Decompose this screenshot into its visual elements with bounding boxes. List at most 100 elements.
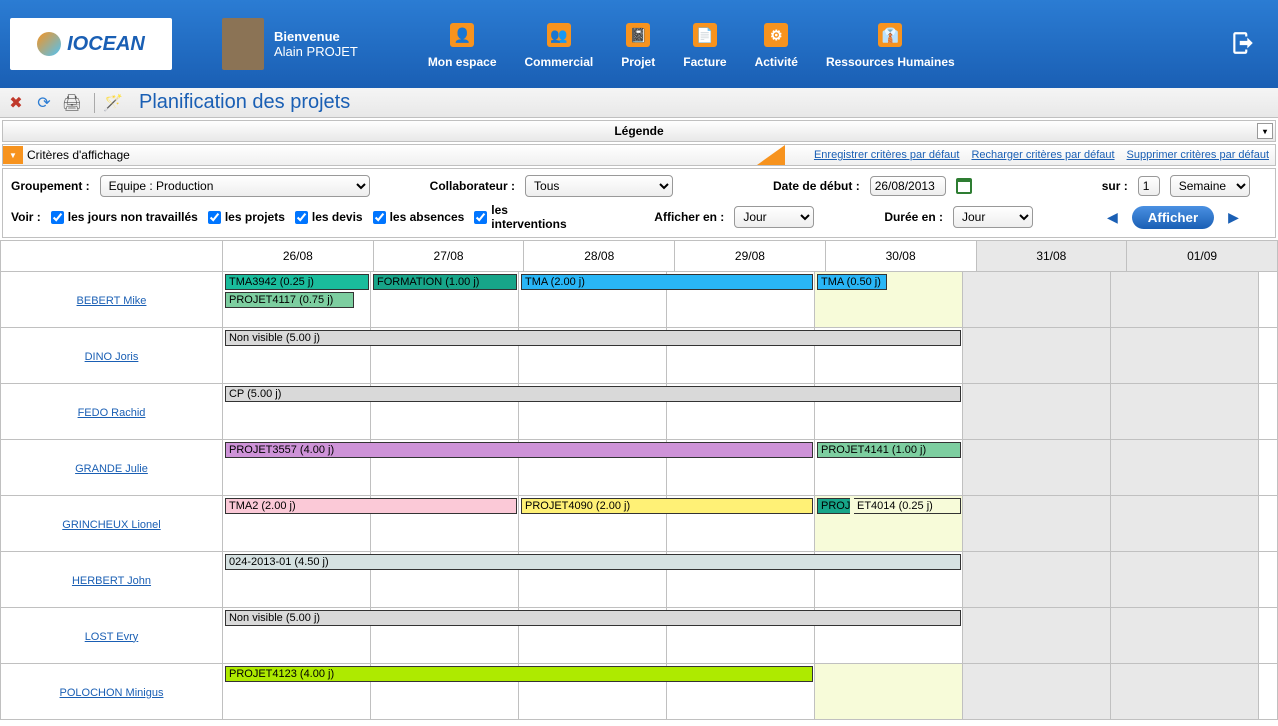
- collaborator-select[interactable]: Tous: [525, 175, 673, 197]
- nav-rh[interactable]: 👔 Ressources Humaines: [826, 19, 955, 69]
- task-bar[interactable]: TMA3942 (0.25 j): [225, 274, 369, 290]
- task-bar[interactable]: PROJET4141 (1.00 j): [817, 442, 961, 458]
- display-in-label: Afficher en :: [654, 210, 724, 224]
- avatar[interactable]: [222, 18, 264, 70]
- name-cell: BEBERT Mike: [1, 272, 223, 328]
- logo[interactable]: IOCEAN: [10, 18, 172, 70]
- duration-in-label: Durée en :: [884, 210, 943, 224]
- row-area: Non visible (5.00 j): [222, 328, 1277, 384]
- day-cell-bg: [963, 552, 1111, 607]
- main-nav: 👤 Mon espace 👥Commercial 📓Projet 📄Facture…: [428, 19, 955, 69]
- task-bar[interactable]: TMA2 (2.00 j): [225, 498, 517, 514]
- header-name-col: [1, 241, 223, 272]
- header-day-col: 26/08: [222, 241, 373, 272]
- logout-button[interactable]: [1230, 30, 1258, 58]
- task-bar[interactable]: PROJ: [817, 498, 850, 514]
- task-bar[interactable]: PROJET4123 (4.00 j): [225, 666, 813, 682]
- page-title: Planification des projets: [139, 91, 350, 114]
- day-cell-bg: [963, 440, 1111, 495]
- display-in-select[interactable]: Jour: [734, 206, 814, 228]
- nav-facture[interactable]: 📄Facture: [683, 19, 726, 69]
- day-cell-bg: [963, 608, 1111, 663]
- day-cell-bg: [963, 384, 1111, 439]
- close-button[interactable]: ✖: [6, 93, 26, 113]
- user-name: Alain PROJET: [274, 44, 358, 59]
- refresh-button[interactable]: ⟳: [34, 93, 54, 113]
- over-input[interactable]: [1138, 176, 1160, 196]
- chk-interventions[interactable]: les interventions: [474, 203, 584, 231]
- calendar-icon[interactable]: [956, 178, 972, 194]
- nav-label: Mon espace: [428, 55, 497, 69]
- legend-bar[interactable]: Légende ▾: [2, 120, 1276, 142]
- chk-projects-input[interactable]: [208, 211, 221, 224]
- grouping-select[interactable]: Equipe : Production: [100, 175, 370, 197]
- planning-row: GRANDE Julie PROJET3557 (4.00 j)PROJET414…: [1, 440, 1278, 496]
- chk-nonworked-input[interactable]: [51, 211, 64, 224]
- header-day-col: 27/08: [373, 241, 524, 272]
- nav-activite[interactable]: ⚙Activité: [755, 19, 798, 69]
- person-link[interactable]: LOST Evry: [85, 631, 139, 643]
- invoice-icon: 📄: [693, 23, 717, 47]
- day-cell-bg: [963, 272, 1111, 327]
- person-link[interactable]: DINO Joris: [85, 351, 139, 363]
- nav-commercial[interactable]: 👥Commercial: [525, 19, 594, 69]
- chk-label: les jours non travaillés: [68, 210, 198, 224]
- user-icon: 👤: [450, 23, 474, 47]
- task-bar[interactable]: TMA (2.00 j): [521, 274, 813, 290]
- task-bar[interactable]: TMA (0.50 j): [817, 274, 887, 290]
- link-save-criteria[interactable]: Enregistrer critères par défaut: [814, 149, 960, 161]
- legend-expand-button[interactable]: ▾: [1257, 123, 1273, 139]
- task-bar[interactable]: FORMATION (1.00 j): [373, 274, 517, 290]
- task-bar[interactable]: Non visible (5.00 j): [225, 610, 961, 626]
- task-bar[interactable]: CP (5.00 j): [225, 386, 961, 402]
- person-link[interactable]: HERBERT John: [72, 575, 151, 587]
- person-link[interactable]: FEDO Rachid: [78, 407, 146, 419]
- print-button[interactable]: 🖨: [62, 93, 82, 113]
- separator: [94, 93, 95, 113]
- chk-absences[interactable]: les absences: [373, 210, 465, 224]
- person-link[interactable]: BEBERT Mike: [77, 295, 147, 307]
- day-cell-bg: [1111, 664, 1259, 719]
- project-icon: 📓: [626, 23, 650, 47]
- welcome-label: Bienvenue: [274, 29, 358, 44]
- day-cell-bg: [1111, 384, 1259, 439]
- chk-absences-input[interactable]: [373, 211, 386, 224]
- task-bar[interactable]: PROJET4090 (2.00 j): [521, 498, 813, 514]
- chk-projects[interactable]: les projets: [208, 210, 285, 224]
- day-cell-bg: [1111, 328, 1259, 383]
- chk-quotes-input[interactable]: [295, 211, 308, 224]
- criteria-toggle[interactable]: ▼: [3, 146, 23, 164]
- person-link[interactable]: GRANDE Julie: [75, 463, 148, 475]
- logout-icon: [1230, 30, 1256, 56]
- nav-projet[interactable]: 📓Projet: [621, 19, 655, 69]
- chk-quotes[interactable]: les devis: [295, 210, 363, 224]
- task-bar[interactable]: PROJET4117 (0.75 j): [225, 292, 354, 308]
- next-arrow[interactable]: ▶: [1224, 209, 1243, 226]
- nav-mon-espace[interactable]: 👤 Mon espace: [428, 19, 497, 69]
- nav-label: Activité: [755, 55, 798, 69]
- duration-in-select[interactable]: Jour: [953, 206, 1033, 228]
- over-unit-select[interactable]: Semaine: [1170, 175, 1250, 197]
- task-bar[interactable]: ET4014 (0.25 j): [854, 498, 961, 514]
- person-link[interactable]: POLOCHON Minigus: [60, 687, 164, 699]
- user-block: Bienvenue Alain PROJET: [222, 18, 358, 70]
- day-cell-bg: [1111, 272, 1259, 327]
- hr-icon: 👔: [878, 23, 902, 47]
- task-bar[interactable]: PROJET3557 (4.00 j): [225, 442, 813, 458]
- day-cell-bg: [963, 328, 1111, 383]
- task-bar[interactable]: 024-2013-01 (4.50 j): [225, 554, 961, 570]
- display-button[interactable]: Afficher: [1132, 206, 1214, 229]
- chk-interventions-input[interactable]: [474, 211, 487, 224]
- chk-nonworked[interactable]: les jours non travaillés: [51, 210, 198, 224]
- person-link[interactable]: GRINCHEUX Lionel: [62, 519, 160, 531]
- link-delete-criteria[interactable]: Supprimer critères par défaut: [1127, 149, 1269, 161]
- day-cell-bg: [1111, 552, 1259, 607]
- row-area: TMA3942 (0.25 j)FORMATION (1.00 j)TMA (2…: [222, 272, 1277, 328]
- wand-button[interactable]: 🪄: [103, 93, 123, 113]
- link-reload-criteria[interactable]: Recharger critères par défaut: [971, 149, 1114, 161]
- row-area: PROJET3557 (4.00 j)PROJET4141 (1.00 j): [222, 440, 1277, 496]
- task-bar[interactable]: Non visible (5.00 j): [225, 330, 961, 346]
- start-date-input[interactable]: [870, 176, 946, 196]
- prev-arrow[interactable]: ◀: [1103, 209, 1122, 226]
- nav-label: Ressources Humaines: [826, 55, 955, 69]
